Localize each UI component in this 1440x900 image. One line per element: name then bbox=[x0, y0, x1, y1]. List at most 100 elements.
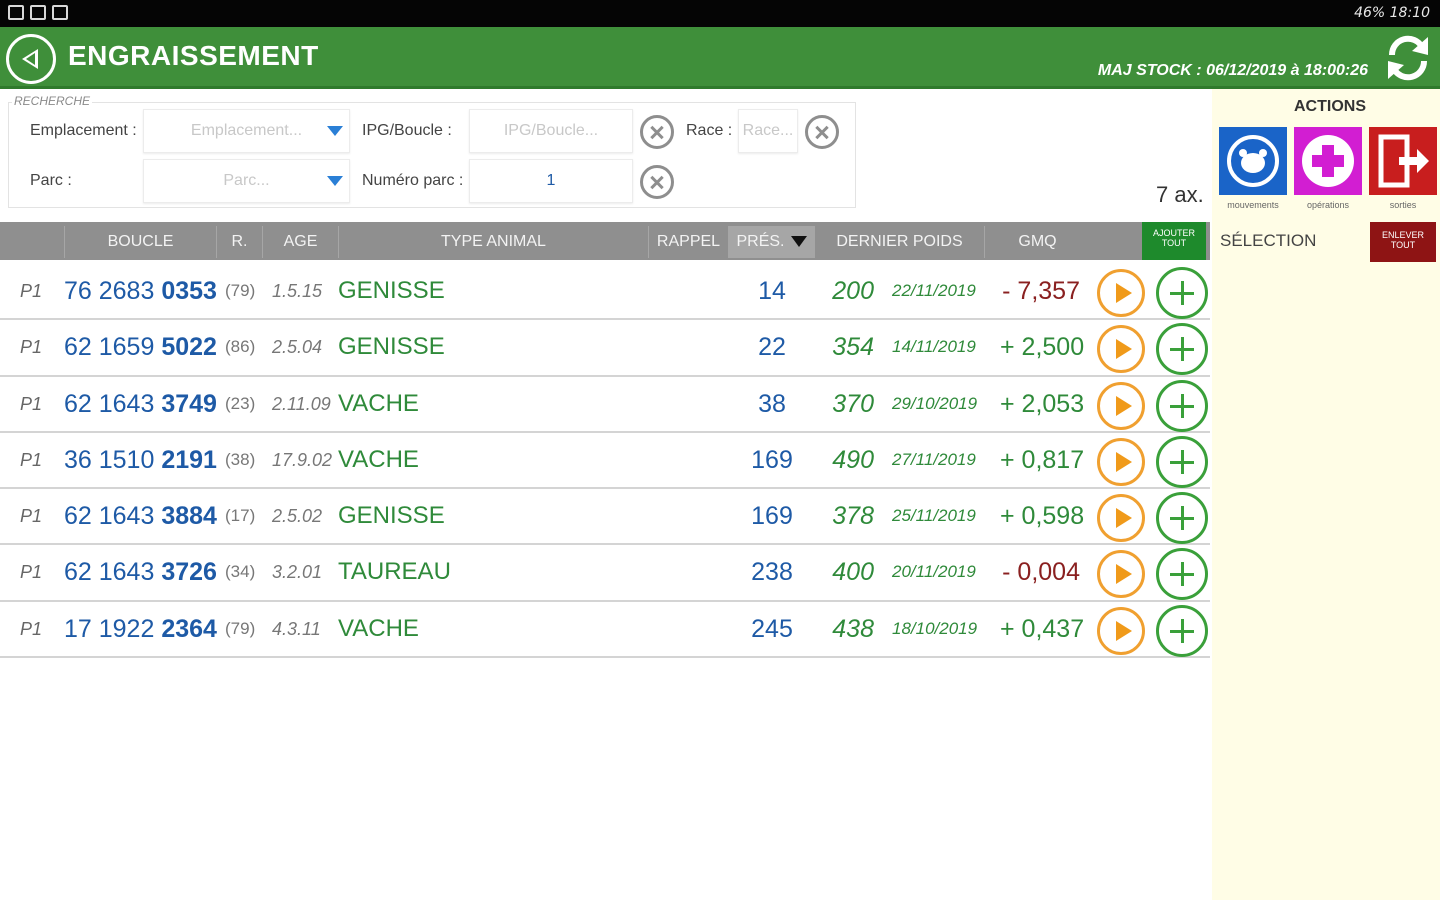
parc-placeholder: Parc... bbox=[223, 172, 270, 189]
age-cell: 1.5.15 bbox=[272, 281, 323, 301]
boucle-prefix: 62 1643 bbox=[64, 389, 162, 418]
col-gmq[interactable]: GMQ bbox=[984, 226, 1090, 258]
col-rappel[interactable]: RAPPEL bbox=[648, 226, 728, 258]
numero-parc-input[interactable]: 1 bbox=[469, 159, 633, 203]
movements-button[interactable] bbox=[1219, 127, 1287, 195]
add-to-selection-icon[interactable] bbox=[1156, 323, 1208, 376]
boucle-suffix: 3726 bbox=[161, 558, 217, 587]
parc-label: Parc : bbox=[30, 172, 72, 189]
boucle-cell[interactable]: 36 1510 2191 bbox=[64, 433, 217, 487]
presence-cell: 169 bbox=[751, 445, 793, 474]
play-icon[interactable] bbox=[1097, 269, 1145, 317]
clear-race-icon[interactable] bbox=[805, 115, 839, 149]
age-cell: 4.3.11 bbox=[272, 618, 321, 639]
play-icon[interactable] bbox=[1097, 325, 1145, 374]
col-pres[interactable]: PRÉS. bbox=[728, 226, 814, 258]
weight-date-cell: 14/11/2019 bbox=[892, 337, 976, 357]
rank-cell: (79) bbox=[225, 618, 256, 638]
boucle-cell[interactable]: 62 1643 3749 bbox=[64, 377, 217, 431]
animal-count: 7 ax. bbox=[1156, 182, 1204, 207]
type-cell: VACHE bbox=[338, 614, 419, 642]
type-cell: TAUREAU bbox=[338, 558, 451, 586]
play-icon[interactable] bbox=[1097, 437, 1145, 486]
clear-ipg-icon[interactable] bbox=[640, 115, 674, 149]
table-row[interactable]: P1 62 1643 3749 (23) 2.11.09 VACHE 38 370 29/10… bbox=[0, 376, 1210, 433]
add-to-selection-icon[interactable] bbox=[1156, 492, 1208, 545]
sort-desc-icon bbox=[790, 236, 807, 248]
boucle-suffix: 0353 bbox=[161, 277, 217, 305]
race-input[interactable]: Race... bbox=[738, 109, 798, 153]
add-to-selection-icon[interactable] bbox=[1156, 267, 1208, 319]
ipg-label: IPG/Boucle : bbox=[362, 122, 452, 139]
col-age[interactable]: AGE bbox=[262, 226, 338, 258]
parc-cell: P1 bbox=[20, 393, 43, 414]
back-button[interactable] bbox=[6, 34, 56, 84]
type-cell: VACHE bbox=[338, 445, 419, 473]
parc-cell: P1 bbox=[20, 562, 43, 583]
boucle-cell[interactable]: 76 2683 0353 bbox=[64, 264, 217, 318]
notification-icons bbox=[8, 5, 68, 20]
table-row[interactable]: P1 62 1643 3884 (17) 2.5.02 GENISSE 169 378 25/… bbox=[0, 489, 1210, 546]
exits-caption: sorties bbox=[1389, 200, 1417, 210]
rank-cell: (23) bbox=[225, 393, 256, 413]
add-to-selection-icon[interactable] bbox=[1156, 548, 1208, 601]
emplacement-select[interactable]: Emplacement... bbox=[143, 109, 350, 153]
age-cell: 3.2.01 bbox=[272, 562, 323, 583]
boucle-suffix: 2364 bbox=[161, 614, 217, 643]
parc-cell: P1 bbox=[20, 281, 43, 301]
actions-title: ACTIONS bbox=[1294, 98, 1366, 115]
weight-date-cell: 18/10/2019 bbox=[892, 618, 978, 638]
col-boucle[interactable]: BOUCLE bbox=[64, 226, 216, 258]
type-cell: GENISSE bbox=[338, 277, 445, 304]
weight-date-cell: 27/11/2019 bbox=[892, 449, 976, 469]
clear-numero-parc-icon[interactable] bbox=[640, 165, 674, 199]
table-row[interactable]: P1 62 1643 3726 (34) 3.2.01 TAUREAU 238 400 20/… bbox=[0, 545, 1210, 602]
col-r[interactable]: R. bbox=[216, 226, 262, 258]
animal-table: P1 76 2683 0353 (79) 1.5.15 GENISSE 14 200 22/1… bbox=[0, 264, 1210, 659]
parc-select[interactable]: Parc... bbox=[143, 159, 350, 203]
race-label: Race : bbox=[686, 122, 733, 139]
remove-all-button[interactable]: ENLEVER TOUT bbox=[1370, 222, 1436, 262]
table-row[interactable]: P1 76 2683 0353 (79) 1.5.15 GENISSE 14 200 22/1… bbox=[0, 264, 1210, 321]
add-to-selection-icon[interactable] bbox=[1156, 604, 1208, 657]
add-to-selection-icon[interactable] bbox=[1156, 379, 1208, 432]
boucle-cell[interactable]: 62 1643 3726 bbox=[64, 545, 217, 599]
ipg-boucle-input[interactable]: IPG/Boucle... bbox=[469, 109, 633, 153]
dropdown-caret-icon bbox=[327, 126, 343, 136]
weight-date-cell: 29/10/2019 bbox=[892, 393, 978, 413]
weight-date-cell: 25/11/2019 bbox=[892, 506, 976, 526]
play-icon[interactable] bbox=[1097, 381, 1145, 430]
play-store-icon bbox=[30, 5, 46, 20]
table-row[interactable]: P1 62 1659 5022 (86) 2.5.04 GENISSE 22 354 14/1… bbox=[0, 320, 1210, 377]
status-bar: 46% 18:10 bbox=[0, 0, 1440, 27]
boucle-cell[interactable]: 62 1643 3884 bbox=[64, 489, 217, 543]
operations-button[interactable] bbox=[1294, 127, 1362, 195]
play-icon[interactable] bbox=[1097, 494, 1145, 543]
col-poids[interactable]: DERNIER POIDS bbox=[814, 226, 984, 258]
gmq-cell: + 2,053 bbox=[1000, 389, 1085, 418]
boucle-suffix: 3884 bbox=[161, 502, 217, 531]
rank-cell: (38) bbox=[225, 449, 256, 469]
play-icon[interactable] bbox=[1097, 606, 1145, 655]
age-cell: 2.5.02 bbox=[272, 506, 323, 527]
col-pres-label: PRÉS. bbox=[736, 233, 785, 250]
add-all-button[interactable]: AJOUTER TOUT bbox=[1142, 222, 1206, 260]
refresh-icon[interactable] bbox=[1384, 33, 1432, 83]
boucle-suffix: 2191 bbox=[161, 445, 217, 474]
add-to-selection-icon[interactable] bbox=[1156, 435, 1208, 488]
presence-cell: 169 bbox=[751, 502, 793, 531]
gmq-cell: + 0,437 bbox=[1000, 614, 1085, 643]
parc-cell: P1 bbox=[20, 618, 43, 639]
exits-button[interactable] bbox=[1369, 127, 1437, 195]
table-row[interactable]: P1 17 1922 2364 (79) 4.3.11 VACHE 245 438 18/10… bbox=[0, 601, 1210, 659]
col-type[interactable]: TYPE ANIMAL bbox=[338, 226, 648, 258]
weight-date-cell: 22/11/2019 bbox=[892, 281, 976, 300]
movements-caption: mouvements bbox=[1227, 200, 1279, 210]
search-legend: RECHERCHE bbox=[12, 94, 93, 108]
boucle-cell[interactable]: 17 1922 2364 bbox=[64, 602, 217, 656]
table-row[interactable]: P1 36 1510 2191 (38) 17.9.02 VACHE 169 490 27/1… bbox=[0, 432, 1210, 490]
numero-parc-label: Numéro parc : bbox=[362, 172, 464, 189]
weight-cell: 378 bbox=[832, 502, 874, 531]
play-icon[interactable] bbox=[1097, 550, 1145, 599]
boucle-cell[interactable]: 62 1659 5022 bbox=[64, 320, 217, 374]
